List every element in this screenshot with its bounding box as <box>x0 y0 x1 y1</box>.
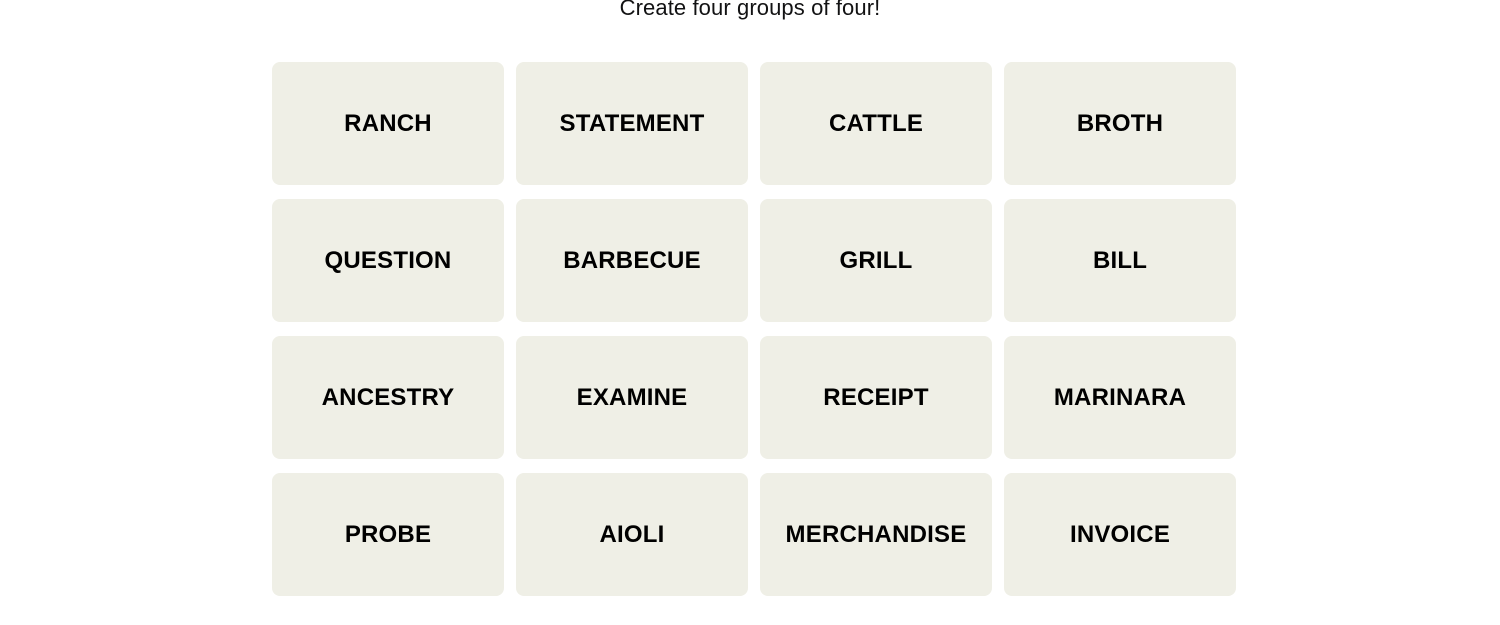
word-tile-broth[interactable]: BROTH <box>1004 62 1236 185</box>
word-tile-probe[interactable]: PROBE <box>272 473 504 596</box>
word-tile-label: RECEIPT <box>823 383 929 411</box>
puzzle-page: Create four groups of four! RANCH STATEM… <box>0 0 1500 625</box>
word-tile-bill[interactable]: BILL <box>1004 199 1236 322</box>
instruction-text: Create four groups of four! <box>619 0 881 20</box>
word-tile-examine[interactable]: EXAMINE <box>516 336 748 459</box>
word-tile-aioli[interactable]: AIOLI <box>516 473 748 596</box>
word-grid: RANCH STATEMENT CATTLE BROTH QUESTION BA… <box>272 62 1238 596</box>
word-tile-cattle[interactable]: CATTLE <box>760 62 992 185</box>
instruction-header: Create four groups of four! <box>0 0 1500 25</box>
word-tile-label: BARBECUE <box>563 246 701 274</box>
word-tile-label: GRILL <box>839 246 913 274</box>
word-tile-statement[interactable]: STATEMENT <box>516 62 748 185</box>
word-tile-label: EXAMINE <box>576 383 688 411</box>
word-tile-label: QUESTION <box>324 246 452 274</box>
word-tile-label: STATEMENT <box>559 109 705 137</box>
word-tile-label: PROBE <box>344 520 432 548</box>
word-tile-grill[interactable]: GRILL <box>760 199 992 322</box>
word-tile-question[interactable]: QUESTION <box>272 199 504 322</box>
word-tile-barbecue[interactable]: BARBECUE <box>516 199 748 322</box>
word-tile-ranch[interactable]: RANCH <box>272 62 504 185</box>
word-tile-label: RANCH <box>344 109 432 137</box>
word-tile-ancestry[interactable]: ANCESTRY <box>272 336 504 459</box>
word-tile-label: MERCHANDISE <box>785 520 967 548</box>
word-tile-label: AIOLI <box>599 520 665 548</box>
word-tile-label: MARINARA <box>1053 383 1187 411</box>
word-tile-marinara[interactable]: MARINARA <box>1004 336 1236 459</box>
word-grid-container: RANCH STATEMENT CATTLE BROTH QUESTION BA… <box>272 62 1238 596</box>
word-tile-label: INVOICE <box>1069 520 1171 548</box>
word-tile-label: BROTH <box>1076 109 1164 137</box>
word-tile-receipt[interactable]: RECEIPT <box>760 336 992 459</box>
word-tile-label: BILL <box>1092 246 1148 274</box>
word-tile-label: CATTLE <box>828 109 924 137</box>
word-tile-invoice[interactable]: INVOICE <box>1004 473 1236 596</box>
word-tile-label: ANCESTRY <box>321 383 455 411</box>
word-tile-merchandise[interactable]: MERCHANDISE <box>760 473 992 596</box>
